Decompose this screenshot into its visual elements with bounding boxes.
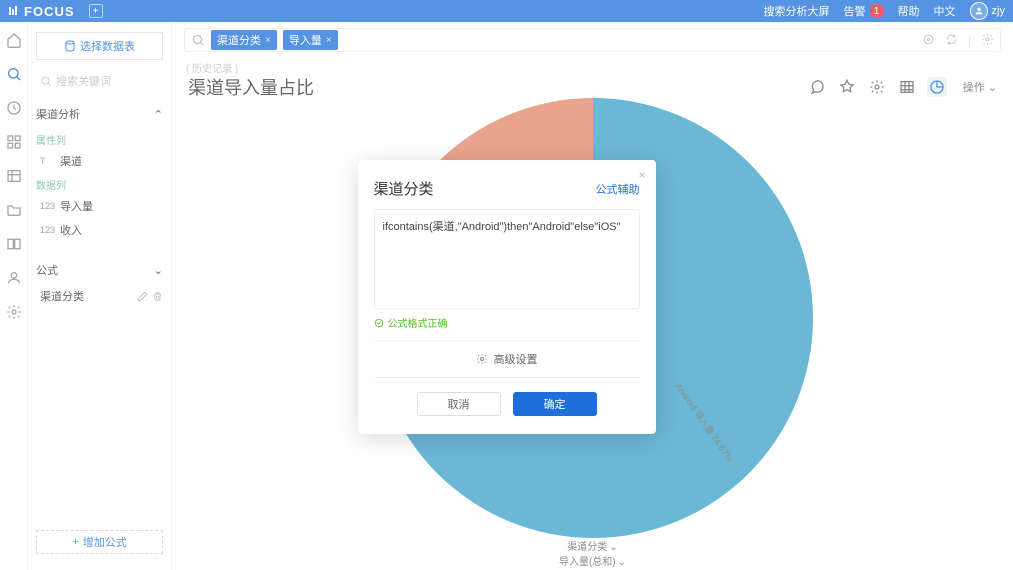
check-circle-icon: [374, 318, 384, 328]
confirm-button[interactable]: 确定: [513, 392, 597, 416]
cancel-button[interactable]: 取消: [417, 392, 501, 416]
advanced-toggle[interactable]: 高级设置: [374, 340, 640, 378]
modal-title: 渠道分类: [374, 178, 434, 199]
close-icon[interactable]: ×: [638, 168, 645, 182]
gear-icon: [476, 353, 488, 365]
formula-modal: × 渠道分类 公式辅助 ifcontains(渠道,"Android")then…: [358, 160, 656, 434]
formula-assist-link[interactable]: 公式辅助: [596, 181, 640, 197]
formula-status: 公式格式正确: [374, 315, 640, 330]
modal-mask: × 渠道分类 公式辅助 ifcontains(渠道,"Android")then…: [0, 0, 1013, 570]
formula-input[interactable]: ifcontains(渠道,"Android")then"Android"els…: [374, 209, 640, 309]
